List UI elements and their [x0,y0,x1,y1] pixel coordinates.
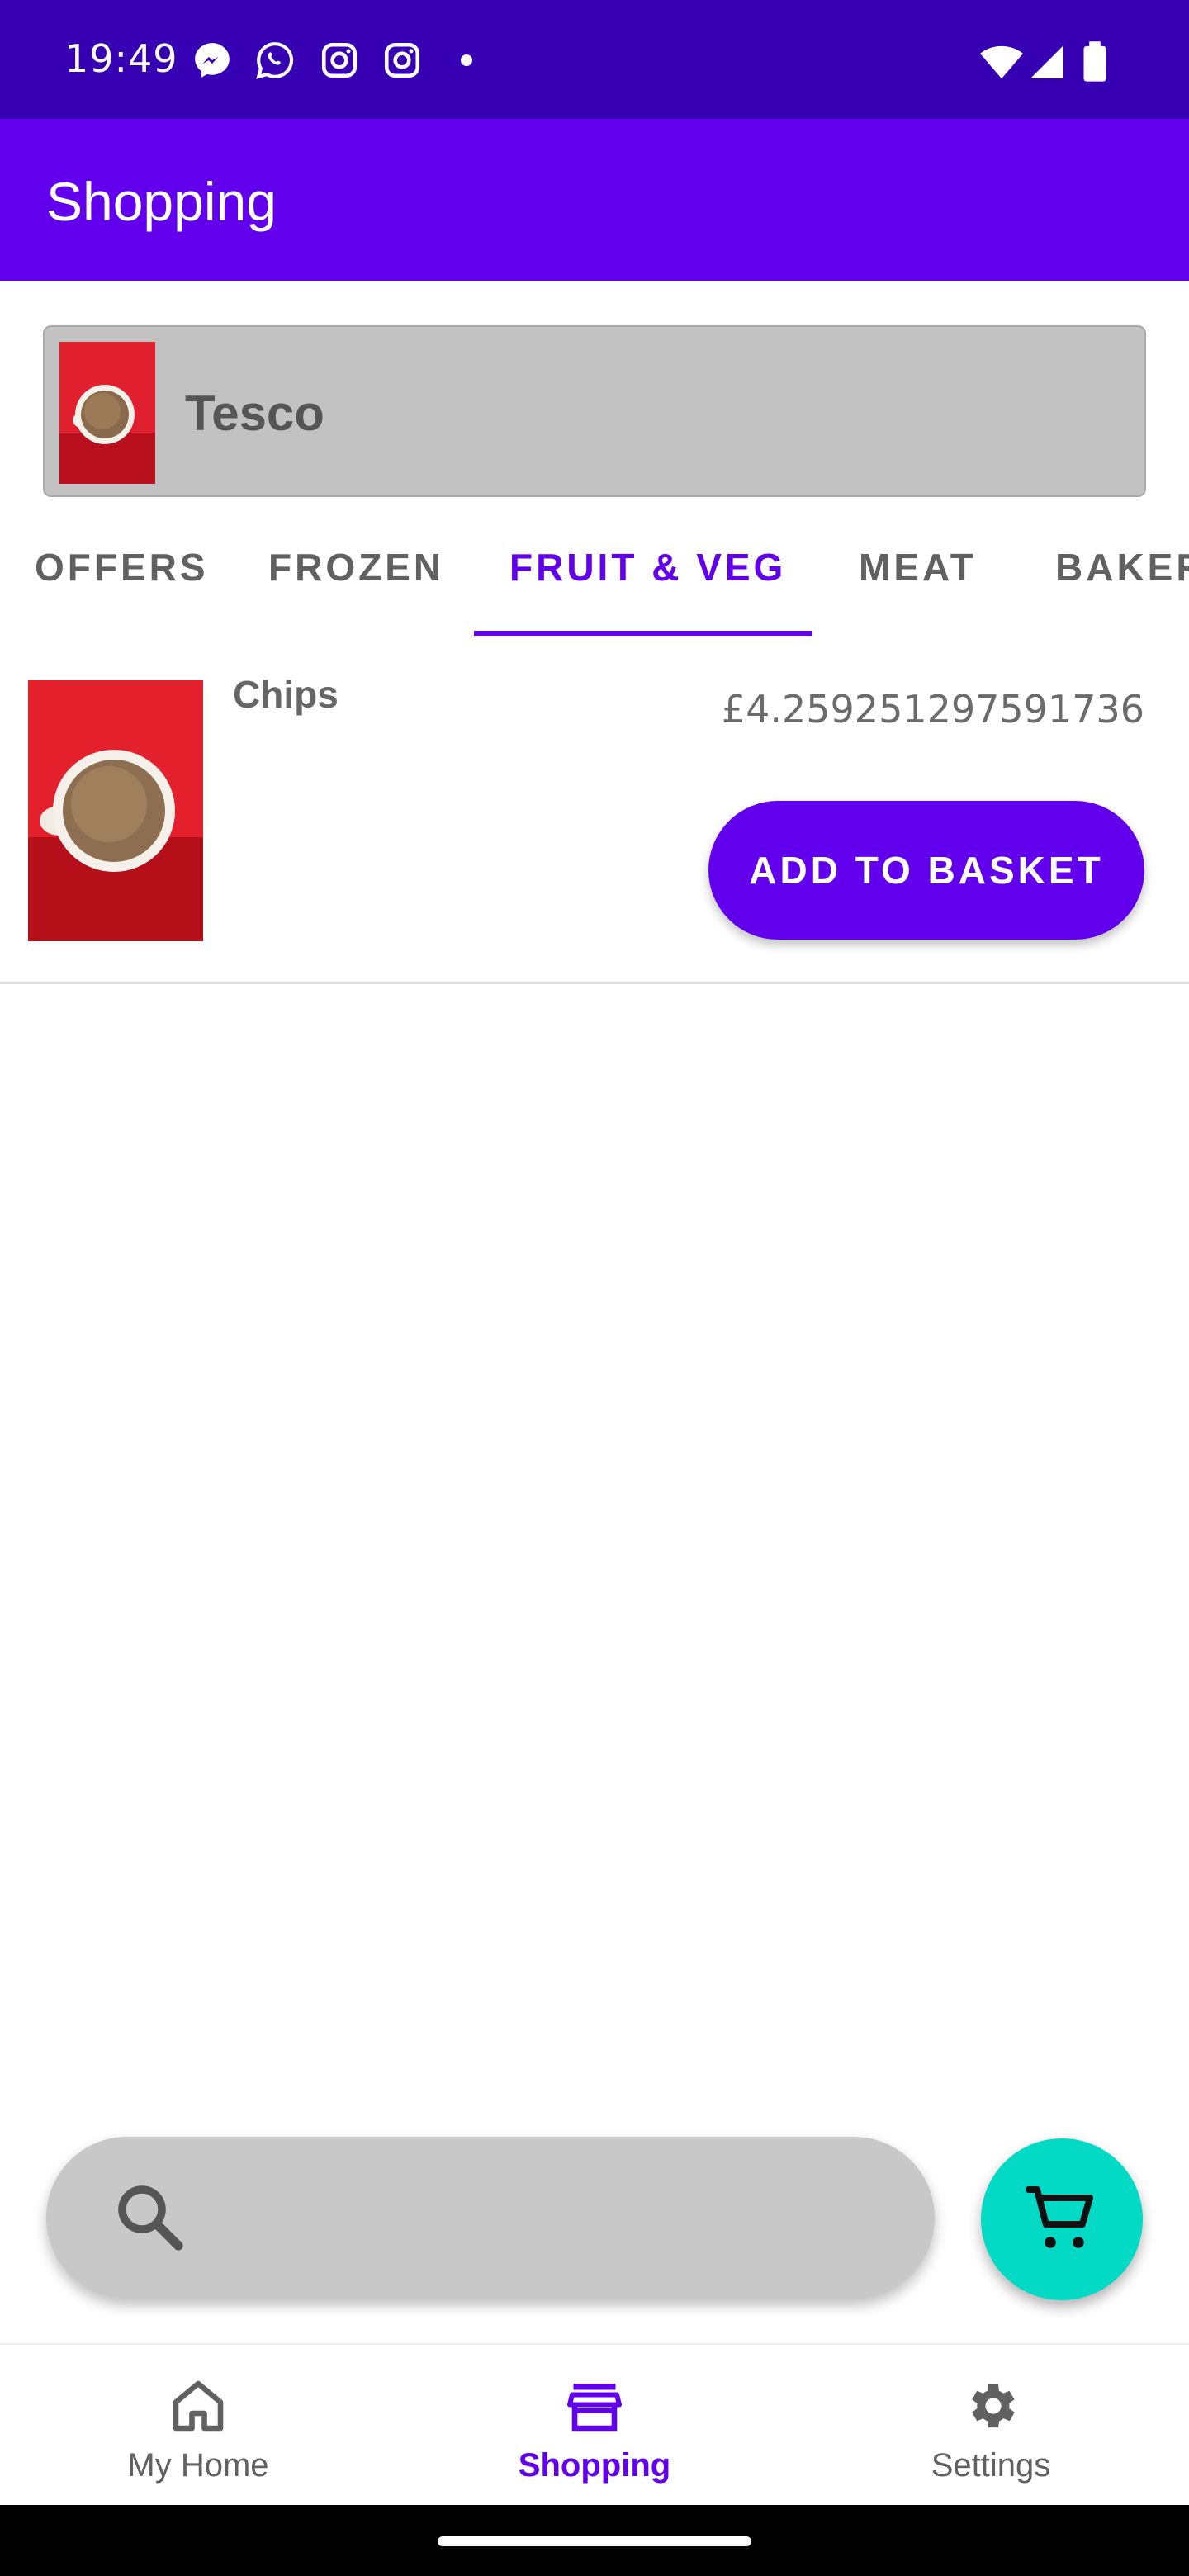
instagram-icon [384,42,420,78]
tab-frozen[interactable]: FROZEN [268,545,444,590]
search-icon [118,2185,183,2251]
messenger-icon [195,43,230,78]
home-gesture-handle[interactable] [438,2536,751,2546]
nav-label-shopping: Shopping [518,2447,671,2484]
tab-indicator [474,631,812,636]
tab-bakery[interactable]: BAKERY [1055,545,1189,590]
product-name: Chips [233,673,339,716]
search-input[interactable] [46,2137,935,2299]
system-navigation-bar [0,2505,1189,2576]
store-image [59,342,155,484]
store-name: Tesco [185,386,324,441]
add-to-basket-button[interactable]: ADD TO BASKET [708,801,1144,940]
tab-meat[interactable]: MEAT [859,545,977,590]
whatsapp-icon [256,42,294,79]
product-row: Chips £4.259251297591736 ADD TO BASKET [0,652,1189,984]
home-icon [173,2380,224,2432]
battery-icon [1083,41,1106,82]
store-icon [567,2384,622,2432]
cart-button[interactable] [981,2138,1143,2300]
product-price: £4.259251297591736 [721,687,1144,732]
nav-settings[interactable]: Settings [793,2345,1189,2507]
store-selector[interactable]: Tesco [43,325,1146,497]
screen: 19:49 Shopping Tesco OFFERS FROZEN FRUIT… [0,0,1189,2576]
category-tabs: OFFERS FROZEN FRUIT & VEG MEAT BAKERY [0,520,1189,639]
instagram-icon [321,42,358,78]
app-bar: Shopping [0,119,1189,281]
tab-offers[interactable]: OFFERS [35,545,209,590]
nav-label-settings: Settings [931,2447,1051,2484]
nav-label-my-home: My Home [127,2447,269,2484]
nav-shopping[interactable]: Shopping [396,2345,793,2507]
status-bar: 19:49 [0,0,1189,119]
product-image [28,680,203,941]
nav-my-home[interactable]: My Home [0,2345,396,2507]
status-time: 19:49 [64,36,178,81]
notification-dot [461,54,472,66]
signal-icon [1030,45,1063,78]
gear-icon [972,2384,1015,2428]
tab-fruit-and-veg[interactable]: FRUIT & VEG [509,545,786,590]
cart-icon [1026,2186,1093,2248]
page-title: Shopping [46,171,277,232]
wifi-icon [980,45,1023,79]
bottom-navigation: My Home Shopping Settings [0,2343,1189,2507]
